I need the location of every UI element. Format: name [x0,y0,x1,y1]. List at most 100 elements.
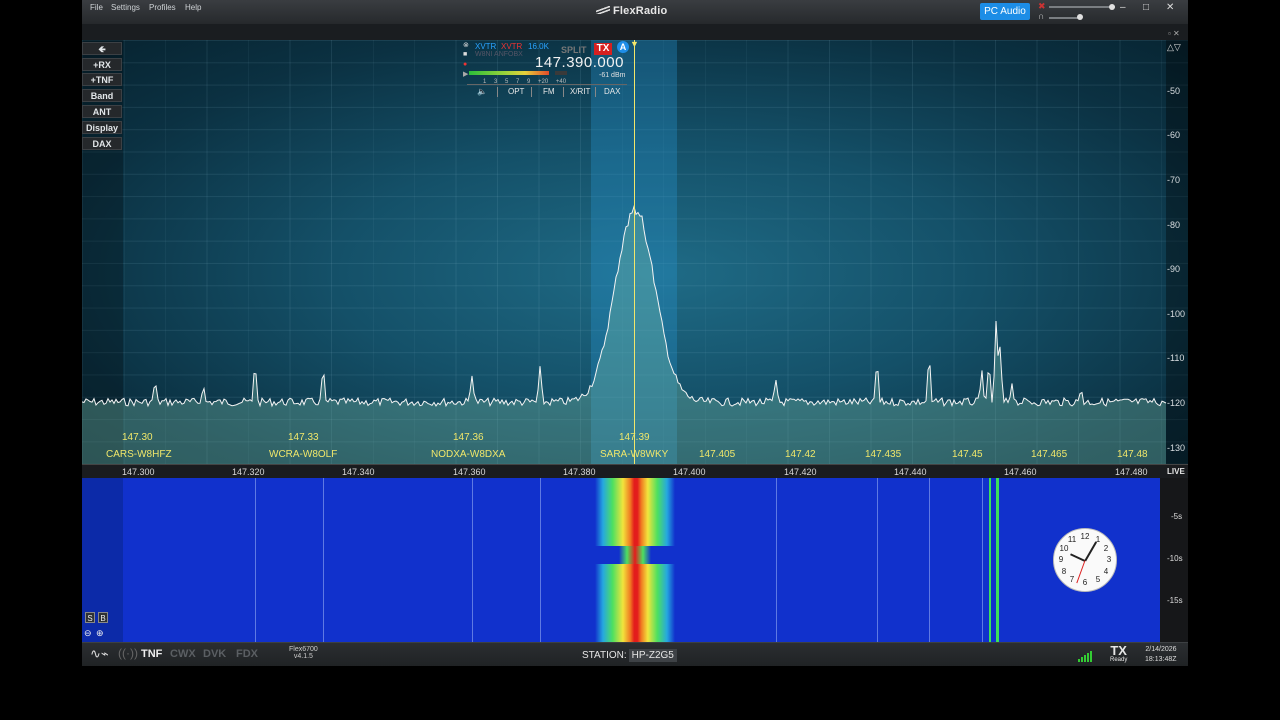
callsign-label: W8NI ANFOBX [475,51,523,58]
signal-bar [1087,653,1089,662]
spot-label[interactable]: SARA-W8WKY [600,449,668,460]
collapse-arrow-icon[interactable]: 🡸 [82,42,122,55]
tnf-toggle[interactable]: TNF [141,648,162,660]
b-button[interactable]: B [98,612,108,623]
freq-label: 147.48 [1117,449,1148,460]
fdx-toggle[interactable]: FDX [236,648,258,660]
zoom-in-icon[interactable]: ⊕ [96,628,104,639]
signal-icon[interactable]: ((·)) [118,646,138,660]
close-slice-icon[interactable]: ⊗ [463,41,469,49]
cwx-toggle[interactable]: CWX [170,648,196,660]
zoom-out-icon[interactable]: ⊖ [84,628,92,639]
close-icon[interactable]: ✕ [1166,2,1174,13]
ant-button[interactable]: ANT [82,105,122,118]
scale-up-icon[interactable]: △▽ [1167,42,1181,53]
tab-fm[interactable]: FM [543,87,555,96]
time-label: -15s [1167,596,1183,605]
spectrum-trace [82,204,1167,464]
spot-label[interactable]: WCRA-W8OLF [269,449,337,460]
add-tnf-button[interactable]: +TNF [82,73,122,86]
datetime: 2/14/2026 18:13:48Z [1145,645,1177,665]
spot-label[interactable]: CARS-W8HFZ [106,449,172,460]
tab-separator [595,87,596,97]
audio-speaker-icon[interactable]: 🔈 [477,87,487,96]
frequency-axis[interactable]: 147.300 147.320 147.340 147.360 147.380 … [82,464,1188,479]
waterfall-carrier-strong [989,478,991,642]
s-meter-remainder [555,71,567,75]
flexradio-logo-icon [596,6,610,14]
line-out-volume-slider[interactable] [1049,6,1115,8]
slice-letter-badge[interactable]: A [617,41,629,53]
waterfall-carrier-line [472,478,473,642]
menu-help[interactable]: Help [185,3,201,12]
signal-bar [1090,651,1092,662]
lock-icon[interactable]: ■ [463,51,467,58]
pan-window-controls-icon[interactable]: ▫ ✕ [1168,29,1180,38]
bandwidth-label[interactable]: 16.0K [528,42,549,51]
slice-frequency[interactable]: 147.390.000 [535,54,624,71]
clock-number: 3 [1106,555,1112,564]
play-icon[interactable]: ▶ [463,70,468,78]
minimize-icon[interactable]: – [1120,2,1126,13]
waterfall-carrier-line [776,478,777,642]
axis-label: 147.340 [342,467,375,477]
waterfall-carrier-line [982,478,983,642]
live-indicator[interactable]: LIVE [1167,467,1185,476]
axis-label: 147.460 [1004,467,1037,477]
headphone-icon[interactable]: ∩ [1038,11,1044,21]
headphone-volume-slider[interactable] [1049,17,1079,19]
title-bar: File Settings Profiles Help FlexRadio PC… [82,0,1188,24]
tx-status[interactable]: TX Ready [1110,644,1127,664]
dax-button[interactable]: DAX [82,137,122,150]
clock-number: 8 [1061,567,1067,576]
radio-model: Flex6700 v4.1.5 [289,646,318,660]
xvtr-label[interactable]: XVTR [475,42,496,51]
dbm-label: -130 [1167,443,1186,453]
dvk-toggle[interactable]: DVK [203,648,226,660]
clock-number: 6 [1082,578,1088,587]
dbm-label: -60 [1167,130,1181,140]
menu-settings[interactable]: Settings [111,3,140,12]
waterfall[interactable]: 12 1 2 3 4 5 6 7 8 9 10 11 S B ⊖ ⊕ [82,478,1160,642]
s-button[interactable]: S [85,612,95,623]
tab-opt[interactable]: OPT [508,87,524,96]
date-label: 2/14/2026 [1145,646,1177,653]
tuning-line[interactable] [634,40,635,464]
band-button[interactable]: Band [82,89,122,102]
dbm-label: -90 [1167,264,1181,274]
time-label: -10s [1167,554,1183,563]
menu-file[interactable]: File [90,3,103,12]
noise-reduction-icon[interactable]: ∿⌁ [90,646,109,662]
tab-dax[interactable]: DAX [604,87,620,96]
dbm-label: -70 [1167,175,1181,185]
waterfall-carrier-strong [996,478,999,642]
axis-label: 147.380 [563,467,596,477]
analog-clock: 12 1 2 3 4 5 6 7 8 9 10 11 [1053,528,1117,592]
firmware-version: v4.1.5 [293,653,313,660]
spectrum-fill [82,206,1166,464]
clock-number: 5 [1095,575,1101,584]
dbm-label: -110 [1167,353,1185,363]
station-value[interactable]: HP-Z2G5 [628,649,677,662]
waterfall-carrier-line [255,478,256,642]
menu-profiles[interactable]: Profiles [149,3,176,12]
xvtr-active-label[interactable]: XVTR [501,42,522,51]
spot-label[interactable]: NODXA-W8DXA [431,449,505,460]
waterfall-carrier-line [323,478,324,642]
station-info: STATION: HP-Z2G5 [582,649,677,662]
pc-audio-button[interactable]: PC Audio [980,3,1030,20]
freq-label: 147.33 [288,432,319,443]
add-rx-button[interactable]: +RX [82,58,122,71]
signal-bar [1078,659,1080,662]
maximize-icon[interactable]: □ [1143,2,1149,13]
line-out-volume-knob[interactable] [1109,4,1115,10]
dbm-label: -50 [1167,86,1181,96]
waterfall-carrier-line [877,478,878,642]
display-button[interactable]: Display [82,121,122,134]
headphone-volume-knob[interactable] [1077,14,1083,20]
freq-label: 147.30 [122,432,153,443]
panadapter[interactable]: ▼ 🡸 +RX +TNF Band ANT Display DAX ⊗ ■ ● … [82,40,1188,464]
tab-xrit[interactable]: X/RIT [570,87,590,96]
axis-label: 147.400 [673,467,706,477]
record-icon[interactable]: ● [463,61,467,68]
